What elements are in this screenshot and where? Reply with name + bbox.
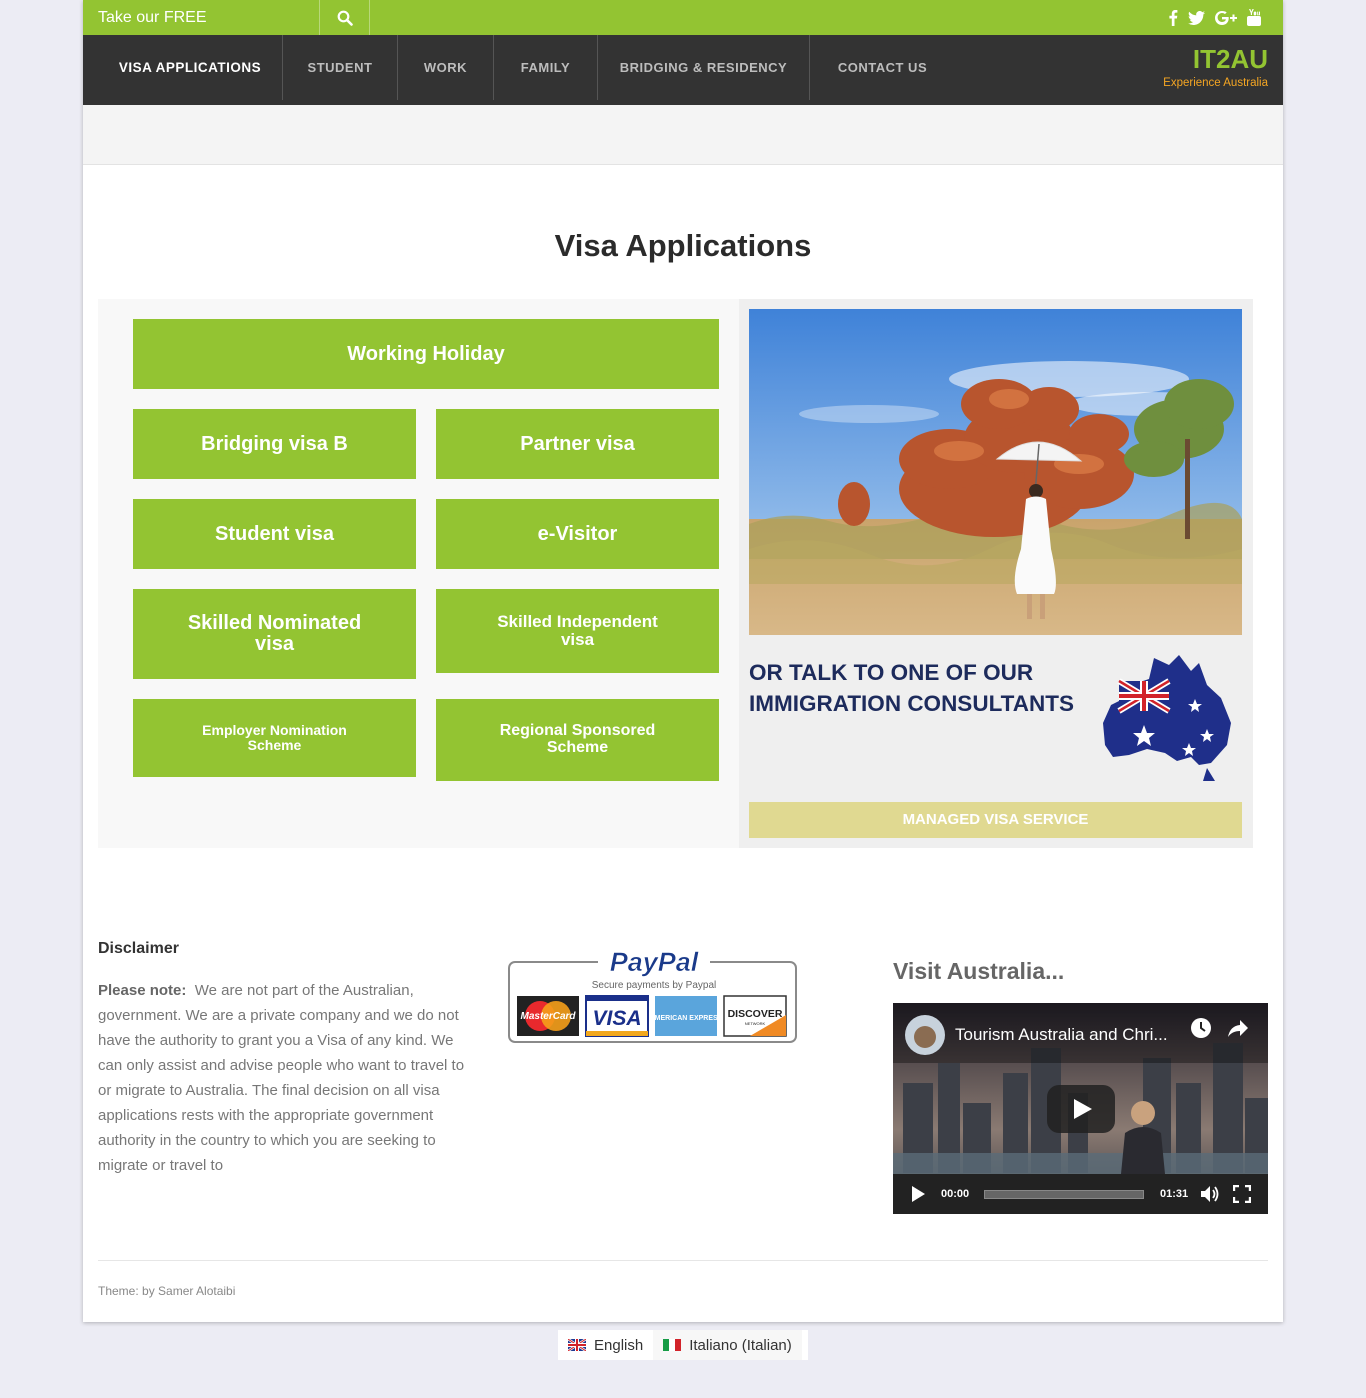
bridging-visa-b-button[interactable]: Bridging visa B <box>133 409 416 479</box>
header-spacer <box>83 105 1283 165</box>
page-container: Take our FREE ASSESSMENT <box>83 0 1283 1322</box>
youtube-play-button[interactable] <box>1047 1085 1115 1133</box>
fullscreen-icon[interactable] <box>1233 1185 1251 1203</box>
video-controls: 00:00 01:31 <box>893 1174 1268 1214</box>
talk-to-consultants-heading: OR TALK TO ONE OF OUR IMMIGRATION CONSUL… <box>749 660 1074 716</box>
watch-later-icon[interactable] <box>1190 1017 1212 1039</box>
discover-logo: DISCOVER NETWORK <box>723 995 787 1037</box>
disclaimer-body: We are not part of the Australian, gover… <box>98 982 465 1174</box>
outback-hero-image <box>749 309 1242 635</box>
video-progress-bar[interactable] <box>984 1190 1144 1199</box>
google-plus-icon[interactable] <box>1215 9 1237 27</box>
social-links <box>1168 0 1261 35</box>
language-english[interactable]: English <box>558 1330 653 1360</box>
nav-visa-applications[interactable]: VISA APPLICATIONS <box>98 35 283 100</box>
theme-credit: Theme: by Samer Alotaibi <box>98 1284 236 1298</box>
consultant-promo-panel: OR TALK TO ONE OF OUR IMMIGRATION CONSUL… <box>739 299 1253 848</box>
video-title[interactable]: Tourism Australia and Chri... <box>955 1025 1168 1045</box>
disclaimer-title: Disclaimer <box>98 940 179 957</box>
footer-divider <box>98 1260 1268 1261</box>
video-duration: 01:31 <box>1160 1188 1189 1200</box>
tourism-video-player[interactable]: Tourism Australia and Chri... 00:00 01:3… <box>893 1003 1268 1214</box>
working-holiday-button[interactable]: Working Holiday <box>133 319 719 389</box>
language-switcher: English Italiano (Italian) <box>558 1330 808 1360</box>
page-title: Visa Applications <box>554 228 812 263</box>
main-nav: VISA APPLICATIONS STUDENT WORK FAMILY BR… <box>83 35 1283 105</box>
site-logo[interactable]: IT2AU Experience Australia <box>1163 45 1268 89</box>
uk-flag-icon <box>568 1339 586 1351</box>
visa-buttons-panel: Working Holiday Bridging visa B Partner … <box>98 299 739 848</box>
paypal-payment-badge: PayPal Secure payments by Paypal MasterC… <box>508 945 798 1045</box>
twitter-icon[interactable] <box>1188 9 1205 27</box>
managed-visa-service-button[interactable]: MANAGED VISA SERVICE <box>749 802 1242 838</box>
australia-flag-map-image <box>1099 653 1241 783</box>
skilled-independent-visa-button[interactable]: Skilled Independent visa <box>436 589 719 673</box>
discover-label: DISCOVER <box>728 1008 783 1020</box>
regional-sponsored-scheme-button[interactable]: Regional Sponsored Scheme <box>436 699 719 781</box>
volume-icon[interactable] <box>1200 1185 1220 1203</box>
play-icon[interactable] <box>911 1186 925 1202</box>
youtube-icon[interactable] <box>1247 9 1261 27</box>
american-express-logo: AMERICAN EXPRESS <box>650 996 723 1036</box>
student-visa-button[interactable]: Student visa <box>133 499 416 569</box>
amex-label: AMERICAN EXPRESS <box>650 1015 723 1022</box>
paypal-caption: Secure payments by Paypal <box>592 980 717 991</box>
search-button[interactable] <box>320 0 370 35</box>
disclaimer-text: Please note: We are not part of the Aust… <box>98 978 478 1178</box>
employer-nomination-scheme-button[interactable]: Employer Nomination Scheme <box>133 699 416 777</box>
visa-label: VISA <box>592 1007 641 1030</box>
mastercard-logo: MasterCard <box>517 996 579 1036</box>
current-time: 00:00 <box>941 1188 970 1200</box>
language-italian-label: Italiano (Italian) <box>689 1336 792 1354</box>
brand-name: IT2AU <box>1192 44 1268 74</box>
nav-work[interactable]: WORK <box>398 35 494 100</box>
language-italian[interactable]: Italiano (Italian) <box>653 1330 802 1360</box>
skilled-nominated-visa-button[interactable]: Skilled Nominated visa <box>133 589 416 679</box>
mastercard-label: MasterCard <box>520 1011 576 1022</box>
disclaimer-lead: Please note: <box>98 982 187 999</box>
nav-student[interactable]: STUDENT <box>283 35 398 100</box>
brand-tagline: Experience Australia <box>1163 77 1268 89</box>
visa-logo: VISA <box>585 995 649 1037</box>
free-assessment-link[interactable]: Take our FREE ASSESSMENT <box>83 0 320 61</box>
nav-contact-us[interactable]: CONTACT US <box>810 35 955 100</box>
visit-australia-heading: Visit Australia... <box>893 958 1065 984</box>
e-visitor-button[interactable]: e-Visitor <box>436 499 719 569</box>
share-icon[interactable] <box>1227 1017 1249 1039</box>
partner-visa-button[interactable]: Partner visa <box>436 409 719 479</box>
paypal-logo-text: PayPal <box>610 947 699 977</box>
language-english-label: English <box>594 1336 644 1354</box>
italy-flag-icon <box>663 1339 682 1351</box>
facebook-icon[interactable] <box>1168 9 1178 27</box>
search-icon <box>337 10 353 26</box>
top-bar: Take our FREE ASSESSMENT <box>83 0 1283 61</box>
nav-bridging-residency[interactable]: BRIDGING & RESIDENCY <box>598 35 810 100</box>
nav-family[interactable]: FAMILY <box>494 35 598 100</box>
discover-network-label: NETWORK <box>745 1021 766 1026</box>
